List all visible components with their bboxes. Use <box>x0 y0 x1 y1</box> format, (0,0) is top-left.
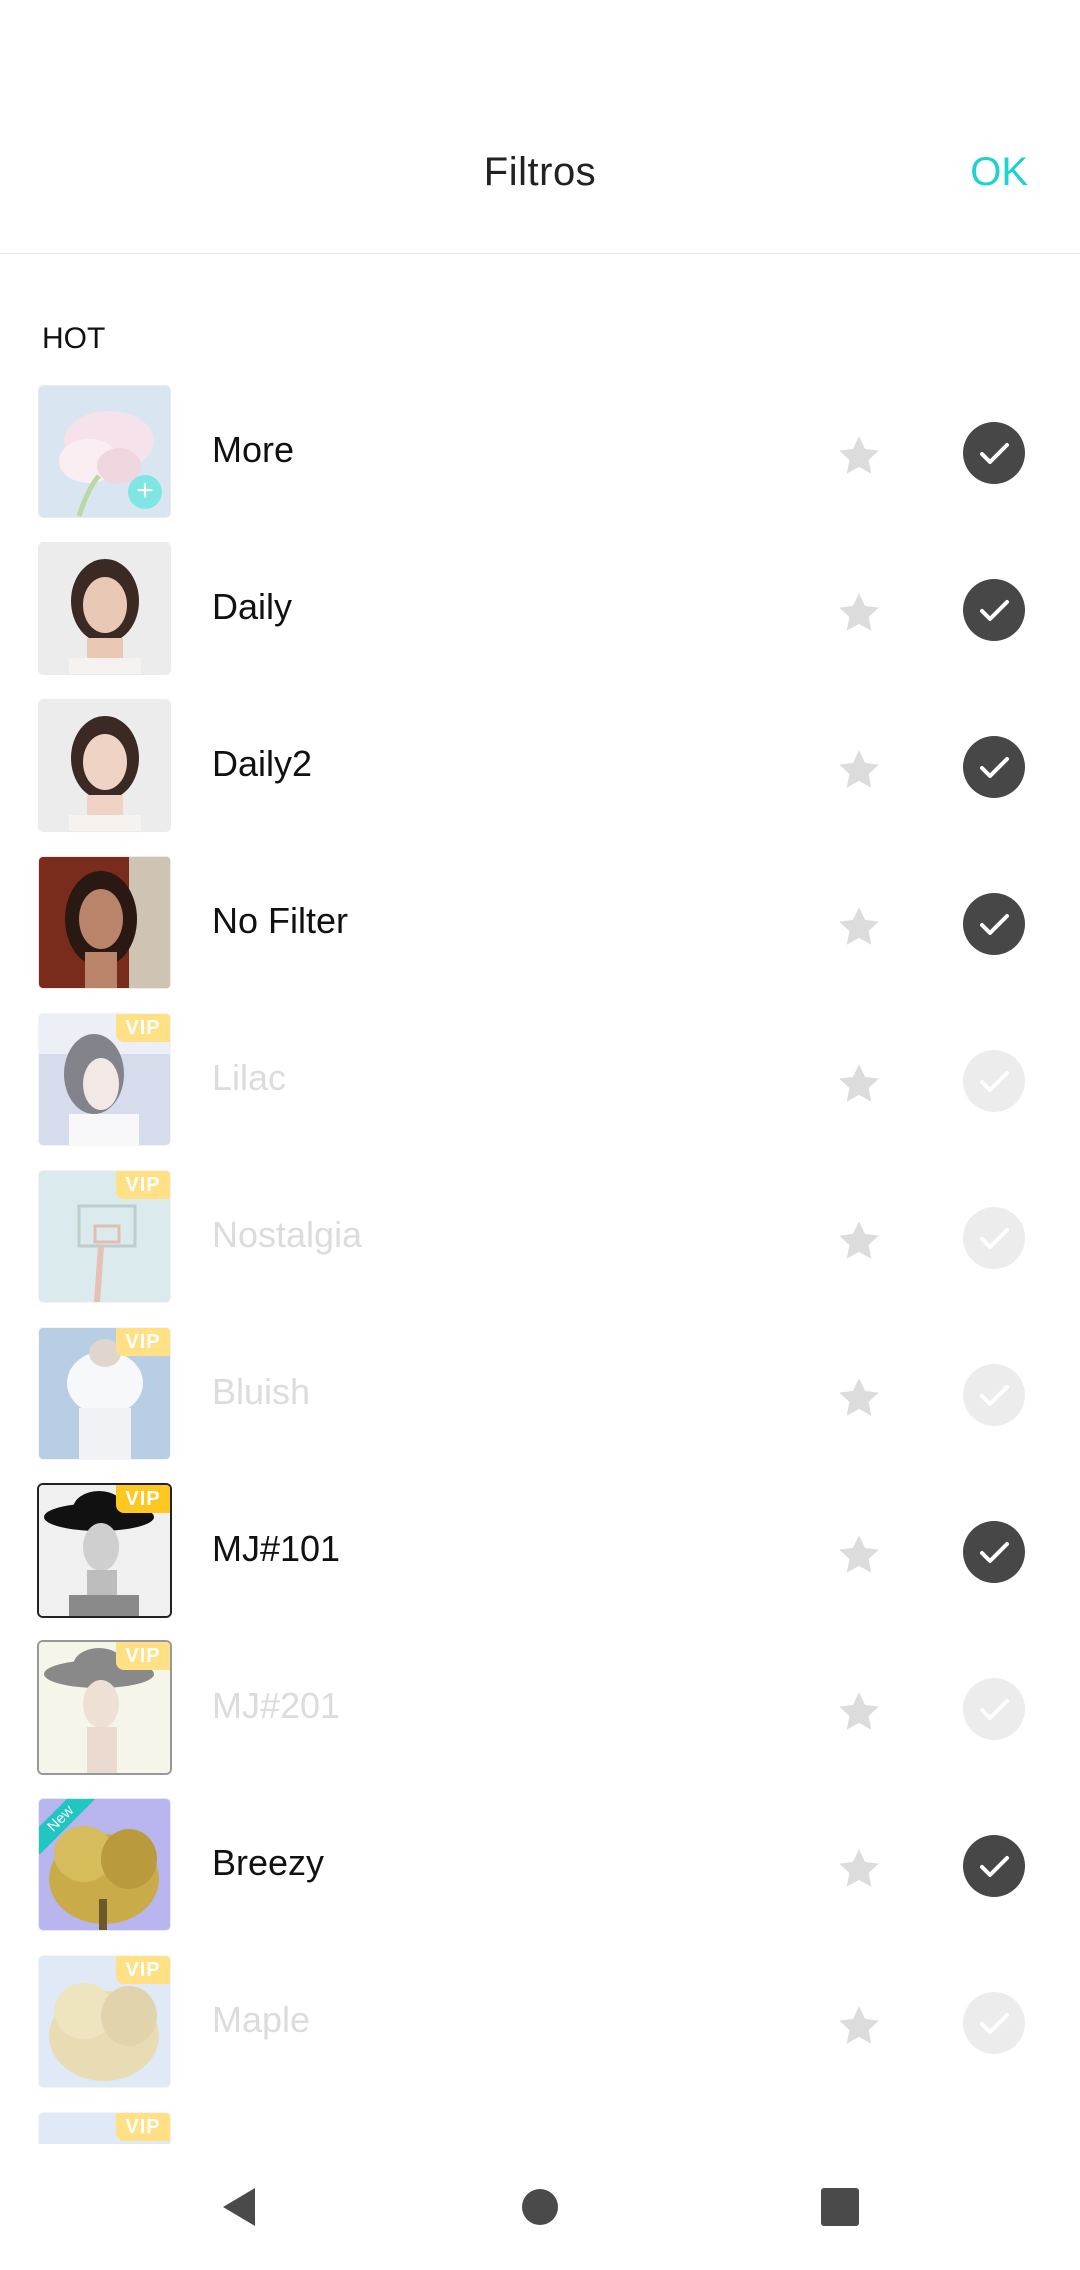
filter-name: Nostalgia <box>212 1214 363 1255</box>
filter-thumbnail: + <box>39 386 170 517</box>
check-icon <box>980 443 1009 464</box>
section-label-hot: HOT <box>42 322 106 355</box>
check-icon <box>980 1856 1009 1877</box>
top-bar: Filtros OK <box>0 0 1080 254</box>
star-icon[interactable] <box>834 1373 884 1423</box>
filter-name: Breezy <box>212 1842 325 1883</box>
filter-row[interactable]: VIP MJ#201 <box>0 1635 1080 1792</box>
filter-thumbnail: VIP <box>39 1171 170 1302</box>
filter-thumbnail: VIP <box>39 1642 170 1773</box>
star-icon[interactable] <box>834 1216 884 1266</box>
check-icon <box>980 1699 1009 1720</box>
check-toggle[interactable] <box>963 1835 1025 1897</box>
filter-name: Daily2 <box>212 743 313 784</box>
check-icon <box>980 600 1009 621</box>
filter-thumbnail <box>39 700 170 831</box>
check-toggle[interactable] <box>963 579 1025 641</box>
filter-thumbnail: VIP <box>39 1014 170 1145</box>
filter-name: Bluish <box>212 1371 311 1412</box>
filter-row[interactable]: Daily2 <box>0 693 1080 850</box>
filter-name: More <box>212 429 295 470</box>
filter-thumbnail: New <box>39 1799 170 1930</box>
vip-badge: VIP <box>116 1642 170 1670</box>
add-icon: + <box>128 475 162 509</box>
check-toggle[interactable] <box>963 422 1025 484</box>
check-icon <box>980 1071 1009 1092</box>
filter-row[interactable]: No Filter <box>0 850 1080 1007</box>
vip-badge: VIP <box>116 1014 170 1042</box>
filter-name: Maple <box>212 1999 311 2040</box>
vip-badge: VIP <box>116 1956 170 1984</box>
check-icon <box>980 914 1009 935</box>
filter-name: MJ#101 <box>212 1528 341 1569</box>
vip-badge: VIP <box>116 1171 170 1199</box>
check-icon <box>980 2013 1009 2034</box>
check-icon <box>980 1385 1009 1406</box>
star-icon[interactable] <box>834 1059 884 1109</box>
filter-name: MJ#201 <box>212 1685 341 1726</box>
check-toggle[interactable] <box>963 1364 1025 1426</box>
recents-square-icon[interactable] <box>813 2182 863 2232</box>
ok-button[interactable]: OK <box>970 150 1028 195</box>
check-toggle[interactable] <box>963 893 1025 955</box>
vip-badge: VIP <box>116 1328 170 1356</box>
filter-row[interactable]: + More <box>0 379 1080 536</box>
vip-badge: VIP <box>116 2113 170 2141</box>
filter-row[interactable]: VIP Maple <box>0 1949 1080 2106</box>
check-toggle[interactable] <box>963 1207 1025 1269</box>
star-icon[interactable] <box>834 1844 884 1894</box>
filter-thumbnail: VIP <box>39 1485 170 1616</box>
check-toggle[interactable] <box>963 736 1025 798</box>
star-icon[interactable] <box>834 431 884 481</box>
filter-row[interactable]: VIP Bluish <box>0 1321 1080 1478</box>
check-toggle[interactable] <box>963 1678 1025 1740</box>
star-icon[interactable] <box>834 588 884 638</box>
page-title: Filtros <box>483 150 597 194</box>
filter-name: No Filter <box>212 900 349 941</box>
filter-thumbnail: VIP <box>39 1956 170 2087</box>
star-icon[interactable] <box>834 1687 884 1737</box>
filter-name: Daily <box>212 586 293 627</box>
filter-thumbnail <box>39 857 170 988</box>
back-triangle-icon[interactable] <box>215 2182 265 2232</box>
filter-row[interactable]: Daily <box>0 536 1080 693</box>
vip-badge: VIP <box>116 1485 170 1513</box>
filter-thumbnail: VIP <box>39 1328 170 1459</box>
filter-row[interactable]: VIP MJ#101 <box>0 1478 1080 1635</box>
filter-list[interactable]: + More Daily Daily2 No Filter VIP Lilac … <box>0 379 1080 2144</box>
check-toggle[interactable] <box>963 1992 1025 2054</box>
check-icon <box>980 1542 1009 1563</box>
check-icon <box>980 757 1009 778</box>
system-nav-bar <box>0 2144 1080 2270</box>
star-icon[interactable] <box>834 902 884 952</box>
filter-row[interactable]: VIP Nostalgia <box>0 1164 1080 1321</box>
check-toggle[interactable] <box>963 1050 1025 1112</box>
star-icon[interactable] <box>834 745 884 795</box>
star-icon[interactable] <box>834 1530 884 1580</box>
check-toggle[interactable] <box>963 1521 1025 1583</box>
filter-row[interactable]: VIP <box>0 2106 1080 2144</box>
filter-thumbnail: VIP <box>39 2113 170 2144</box>
filter-row[interactable]: VIP Lilac <box>0 1007 1080 1164</box>
home-circle-icon[interactable] <box>515 2182 565 2232</box>
filter-name: Lilac <box>212 1057 287 1098</box>
check-icon <box>980 1228 1009 1249</box>
filter-row[interactable]: New Breezy <box>0 1792 1080 1949</box>
star-icon[interactable] <box>834 2001 884 2051</box>
filter-thumbnail <box>39 543 170 674</box>
